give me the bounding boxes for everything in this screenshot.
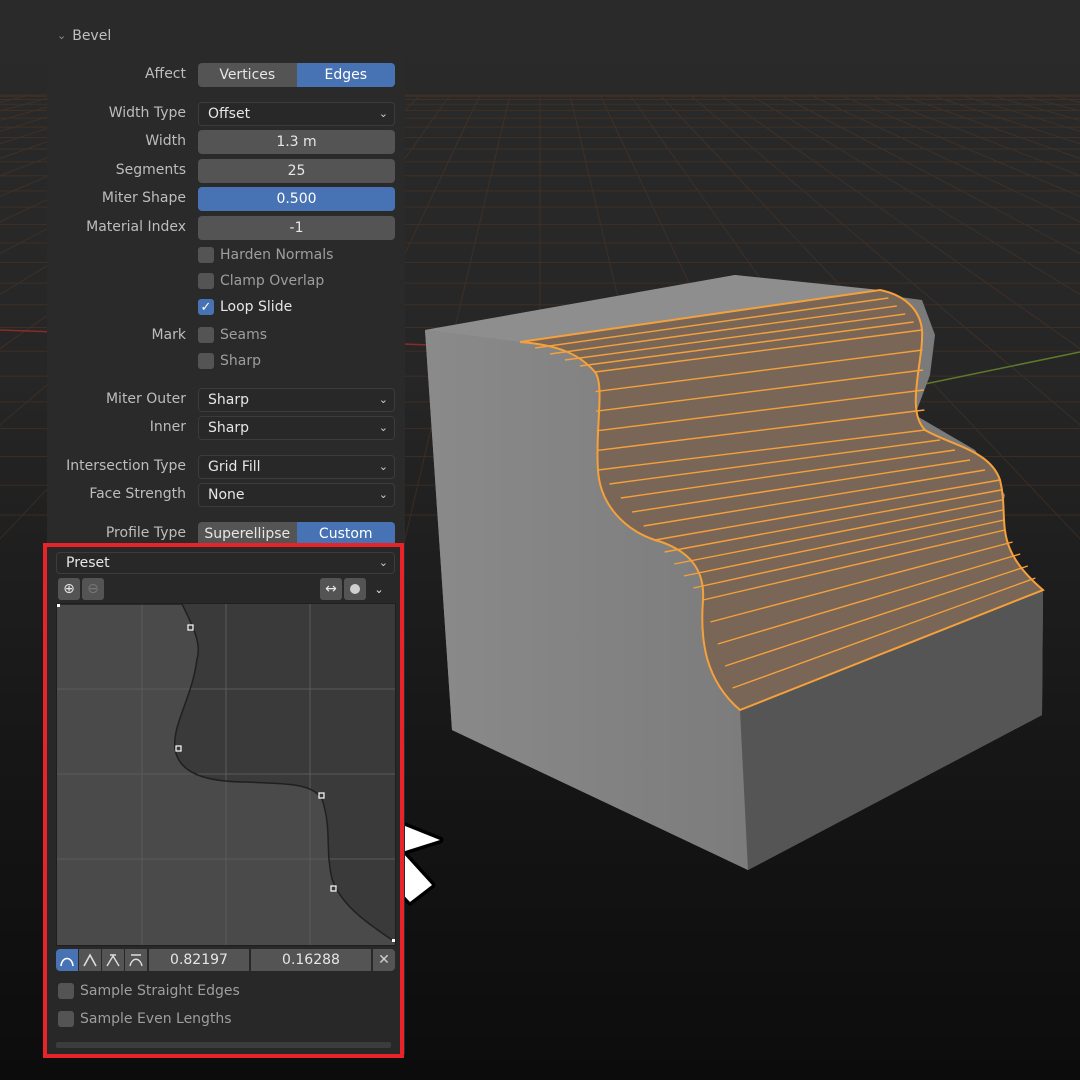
profile-curve-widget: Preset ⌄ ⊕ ⊖ ↔ ⌄ 0.82197 0.16288 ✕ Sampl… [47, 547, 400, 1054]
mark-sharp-checkbox[interactable]: Sharp [198, 351, 261, 371]
point-y-field[interactable]: 0.16288 [251, 949, 371, 971]
inner-dropdown[interactable]: Sharp ⌄ [198, 416, 395, 440]
clamp-overlap-checkbox[interactable]: Clamp Overlap [198, 271, 324, 291]
preset-dropdown[interactable]: Preset ⌄ [56, 552, 395, 574]
segments-label: Segments [115, 162, 186, 178]
delete-point-icon[interactable]: ✕ [373, 949, 395, 971]
chevron-down-icon: ⌄ [378, 488, 388, 501]
checkbox-box [198, 327, 214, 343]
face-strength-label: Face Strength [89, 486, 186, 502]
zoom-out-icon[interactable]: ⊖ [82, 578, 104, 600]
affect-toggle: Vertices Edges [198, 63, 395, 87]
chevron-down-icon: ⌄ [378, 460, 388, 473]
chevron-down-icon: ⌄ [378, 393, 388, 406]
segments-field[interactable]: 25 [198, 159, 395, 183]
miter-shape-label: Miter Shape [101, 190, 186, 206]
harden-normals-checkbox[interactable]: Harden Normals [198, 245, 333, 265]
affect-label: Affect [144, 66, 186, 82]
checkbox-box [198, 273, 214, 289]
sample-even-lengths-checkbox[interactable]: Sample Even Lengths [58, 1011, 232, 1027]
curve-control-point-selected [318, 792, 325, 799]
curve-control-point [187, 624, 194, 631]
reset-view-icon[interactable] [344, 578, 366, 600]
width-type-label: Width Type [108, 105, 186, 121]
free-handle-icon[interactable] [102, 949, 124, 971]
mark-seams-checkbox[interactable]: Seams [198, 325, 267, 345]
curve-control-point [175, 745, 182, 752]
miter-outer-label: Miter Outer [105, 391, 186, 407]
checkbox-box [198, 247, 214, 263]
sample-straight-edges-checkbox[interactable]: Sample Straight Edges [58, 983, 240, 999]
width-type-dropdown[interactable]: Offset ⌄ [198, 102, 395, 126]
auto-handle-icon[interactable] [56, 949, 78, 971]
loop-slide-checkbox[interactable]: ✓ Loop Slide [198, 297, 292, 317]
width-field[interactable]: 1.3 m [198, 130, 395, 154]
checkbox-box [58, 983, 74, 999]
curve-control-point [330, 885, 337, 892]
checkbox-box [58, 1011, 74, 1027]
face-strength-dropdown[interactable]: None ⌄ [198, 483, 395, 507]
affect-vertices-button[interactable]: Vertices [198, 63, 297, 87]
panel-scrollbar[interactable] [56, 1042, 391, 1048]
vector-handle-icon[interactable] [79, 949, 101, 971]
checkbox-box [198, 353, 214, 369]
chevron-down-icon[interactable]: ⌄ [368, 578, 390, 600]
zoom-in-icon[interactable]: ⊕ [58, 578, 80, 600]
custom-profile-highlight: Preset ⌄ ⊕ ⊖ ↔ ⌄ 0.82197 0.16288 ✕ Sampl… [43, 543, 404, 1058]
miter-shape-slider[interactable]: 0.500 [198, 187, 395, 211]
reverse-path-icon[interactable]: ↔ [320, 578, 342, 600]
checkmark-icon: ✓ [198, 299, 214, 315]
chevron-down-icon: ⌄ [378, 421, 388, 434]
profile-curve-graph[interactable] [56, 603, 396, 946]
panel-header[interactable]: ⌄ Bevel [57, 28, 111, 44]
intersection-type-dropdown[interactable]: Grid Fill ⌄ [198, 455, 395, 479]
mark-label: Mark [151, 327, 186, 343]
material-index-label: Material Index [86, 219, 186, 235]
intersection-type-label: Intersection Type [66, 458, 186, 474]
chevron-down-icon: ⌄ [378, 107, 388, 120]
aligned-handle-icon[interactable] [125, 949, 147, 971]
panel-title: Bevel [72, 28, 112, 44]
material-index-field[interactable]: -1 [198, 216, 395, 240]
inner-label: Inner [149, 419, 186, 435]
chevron-down-icon[interactable]: ⌄ [57, 29, 66, 42]
profile-type-label: Profile Type [105, 525, 186, 541]
miter-outer-dropdown[interactable]: Sharp ⌄ [198, 388, 395, 412]
point-x-field[interactable]: 0.82197 [149, 949, 249, 971]
chevron-down-icon: ⌄ [378, 556, 388, 569]
width-label: Width [145, 133, 186, 149]
affect-edges-button[interactable]: Edges [296, 63, 395, 87]
